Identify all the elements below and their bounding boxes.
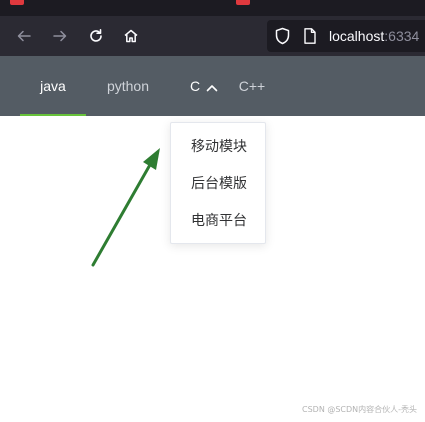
browser-tab-strip [0, 0, 425, 16]
menu-item-python[interactable]: python [90, 56, 166, 116]
browser-toolbar: localhost:6334 [0, 16, 425, 56]
menu-item-label: C++ [238, 78, 266, 94]
page-icon[interactable] [303, 27, 317, 49]
forward-arrow-icon[interactable] [48, 24, 72, 48]
shield-icon[interactable] [274, 27, 291, 49]
back-arrow-icon[interactable] [12, 24, 36, 48]
menu-item-label: java [40, 78, 66, 94]
address-bar[interactable]: localhost:6334 [267, 20, 425, 52]
menu-item-c[interactable]: C [178, 56, 230, 116]
tab-favicon[interactable] [10, 0, 24, 5]
url-text[interactable]: localhost:6334 [329, 28, 419, 44]
menu-item-java[interactable]: java [20, 56, 86, 116]
arrow-shaft [91, 161, 153, 267]
url-host: localhost [329, 28, 385, 44]
submenu-item[interactable]: 电商平台 [171, 203, 265, 240]
menu-item-label: python [106, 78, 150, 94]
submenu-item[interactable]: 后台模版 [171, 166, 265, 203]
watermark: CSDN @SCDN内容合伙人-秃头 [302, 405, 418, 414]
arrow-head [143, 148, 160, 170]
home-icon[interactable] [119, 24, 143, 48]
url-port: :6334 [384, 28, 420, 44]
menu-item-label: C [189, 78, 201, 94]
active-underline [20, 114, 86, 116]
menu-item-cpp[interactable]: C++ [232, 56, 272, 116]
submenu-dropdown: 移动模块 后台模版 电商平台 [170, 122, 266, 244]
nav-menu: java python C C++ [0, 56, 425, 116]
tab-favicon[interactable] [236, 0, 250, 5]
reload-icon[interactable] [84, 24, 108, 48]
submenu-item[interactable]: 移动模块 [171, 129, 265, 166]
chevron-up-icon [206, 57, 218, 117]
